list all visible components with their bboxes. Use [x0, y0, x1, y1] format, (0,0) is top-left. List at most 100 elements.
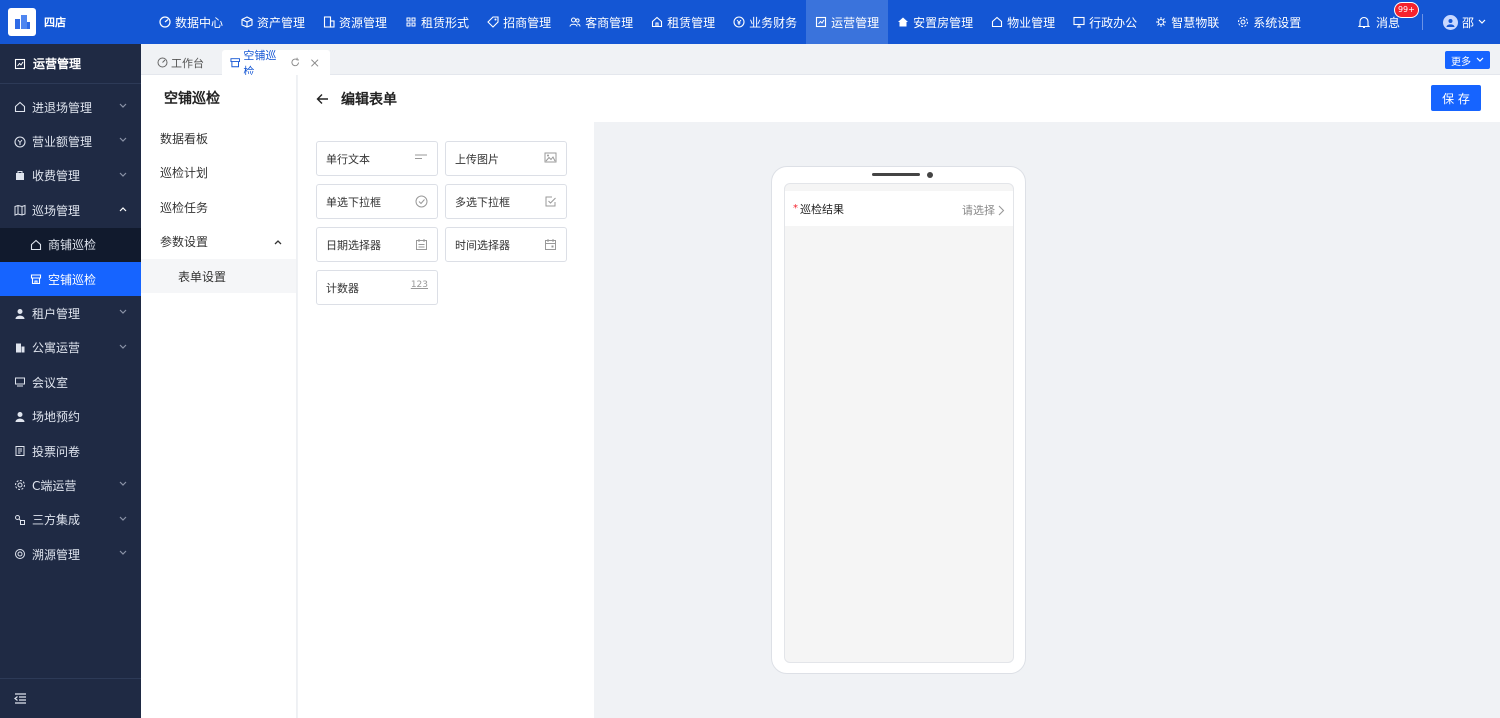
sidebar-item-apartment[interactable]: 公寓运营 [0, 331, 141, 365]
component-time-picker[interactable]: 时间选择器 [445, 227, 567, 262]
sidebar-item-charges[interactable]: 收费管理 [0, 159, 141, 193]
home-icon [652, 16, 663, 28]
sidebar-item-third-party[interactable]: 三方集成 [0, 503, 141, 537]
sidebar-title: 运营管理 [0, 44, 141, 84]
subnav-item-dashboard[interactable]: 数据看板 [141, 121, 296, 156]
topnav-item-resource[interactable]: 资源管理 [314, 0, 396, 44]
component-palette: 单行文本 上传图片 单选下拉框 多选下拉框 日期选择器 时间选择器 计数器 12… [298, 122, 594, 718]
close-icon[interactable] [310, 58, 319, 68]
tab-workbench[interactable]: 工作台 [149, 50, 212, 75]
iot-icon [1156, 17, 1167, 27]
image-icon [544, 152, 557, 163]
arrow-left-icon [316, 93, 328, 104]
monitor-icon [1073, 16, 1085, 28]
phone-screen: * 巡检结果 请选择 [784, 183, 1014, 663]
tab-vacant-inspection[interactable]: 空铺巡检 [222, 49, 330, 78]
sidebar-item-meeting-room[interactable]: 会议室 [0, 365, 141, 399]
module-subnav: 空铺巡检 数据看板 巡检计划 巡检任务 参数设置 表单设置 [141, 75, 297, 718]
back-button[interactable] [316, 93, 329, 105]
users-icon [569, 17, 581, 27]
sidebar-item-entry-exit[interactable]: 进退场管理 [0, 90, 141, 124]
subnav-item-plan[interactable]: 巡检计划 [141, 156, 296, 191]
topnav-item-lease-form[interactable]: 租赁形式 [396, 0, 478, 44]
store-icon [230, 58, 240, 68]
tag-icon [487, 16, 499, 28]
checkbox-icon [545, 196, 556, 207]
sidebar-item-vote-survey[interactable]: 投票问卷 [0, 434, 141, 468]
chevron-down-icon [119, 309, 127, 315]
user-name: 邵 [1461, 15, 1474, 30]
sidebar-item-vacant-inspection[interactable]: 空铺巡检 [0, 261, 141, 297]
text-line-icon [415, 154, 427, 159]
dashboard-icon [159, 16, 171, 28]
sidebar-item-patrol[interactable]: 巡场管理 [0, 193, 141, 227]
more-tabs-button[interactable]: 更多 [1445, 51, 1490, 69]
home-icon [30, 239, 42, 250]
field-label: 巡检结果 [800, 202, 844, 216]
save-button[interactable]: 保 存 [1431, 85, 1481, 111]
check-circle-icon [415, 195, 428, 208]
user-menu[interactable]: 邵 [1442, 14, 1486, 31]
subnav-item-task[interactable]: 巡检任务 [141, 190, 296, 225]
chevron-down-icon [119, 137, 127, 143]
module-title: 空铺巡检 [164, 91, 220, 107]
preview-field-inspection-result[interactable]: * 巡检结果 请选择 [785, 191, 1013, 226]
chevron-down-icon [119, 103, 127, 108]
sidebar-item-venue-booking[interactable]: 场地预约 [0, 400, 141, 434]
building-logo-icon [15, 15, 30, 29]
required-marker: * [793, 203, 798, 214]
property-icon [992, 16, 1003, 28]
component-single-select[interactable]: 单选下拉框 [316, 184, 438, 219]
sidebar-item-turnover[interactable]: 营业额管理 [0, 124, 141, 158]
building-icon [323, 16, 335, 28]
component-date-picker[interactable]: 日期选择器 [316, 227, 438, 262]
topnav-item-admin-office[interactable]: 行政办公 [1064, 0, 1146, 44]
component-upload-image[interactable]: 上传图片 [445, 141, 567, 176]
topnav-item-asset[interactable]: 资产管理 [232, 0, 314, 44]
topnav-item-property[interactable]: 物业管理 [982, 0, 1064, 44]
message-count-badge: 99+ [1393, 1, 1419, 18]
sidebar-item-c-operation[interactable]: C端运营 [0, 468, 141, 502]
topnav-item-iot[interactable]: 智慧物联 [1146, 0, 1228, 44]
topnav-item-lease[interactable]: 租赁管理 [642, 0, 724, 44]
topnav-item-finance[interactable]: 业务财务 [724, 0, 806, 44]
component-single-line-text[interactable]: 单行文本 [316, 141, 438, 176]
refresh-icon[interactable] [290, 57, 300, 68]
editor-header: 编辑表单 保 存 [298, 75, 1500, 122]
topnav-item-operation[interactable]: 运营管理 [806, 0, 889, 44]
sidebar-item-tenant[interactable]: 租户管理 [0, 296, 141, 330]
phone-speaker [872, 173, 920, 176]
component-counter[interactable]: 计数器 123 [316, 270, 438, 305]
topnav-item-resettlement[interactable]: 安置房管理 [888, 0, 982, 44]
dashboard-icon [157, 57, 168, 68]
topnav-item-merchant[interactable]: 客商管理 [560, 0, 642, 44]
header-divider [1421, 14, 1423, 30]
page-title: 编辑表单 [341, 91, 397, 108]
chevron-down-icon [119, 481, 127, 487]
user-icon [15, 411, 25, 422]
target-icon [15, 549, 25, 560]
calendar-time-icon [545, 239, 556, 250]
brand-logo[interactable] [8, 8, 36, 36]
grid-icon [406, 17, 416, 27]
top-navigation-bar: 四店 数据中心 资产管理 资源管理 租赁形式 招商管理 客商管理 租赁管理 业务… [0, 0, 1500, 44]
topnav-item-data-center[interactable]: 数据中心 [150, 0, 232, 44]
topnav-item-settings[interactable]: 系统设置 [1228, 0, 1310, 44]
bell-icon [1357, 16, 1370, 28]
menu-fold-icon [14, 693, 26, 704]
settings-icon [1238, 17, 1249, 27]
sidebar-item-shop-inspection[interactable]: 商铺巡检 [0, 227, 141, 262]
component-multi-select[interactable]: 多选下拉框 [445, 184, 567, 219]
sidebar-item-traceability[interactable]: 溯源管理 [0, 537, 141, 571]
messages-button[interactable]: 消息 99+ [1357, 1, 1419, 31]
meeting-room-icon [15, 377, 25, 387]
sidebar-collapse-button[interactable] [0, 678, 141, 718]
user-avatar-icon [1446, 18, 1455, 27]
tab-bar: 工作台 空铺巡检 更多 [141, 44, 1500, 78]
subnav-item-form-settings[interactable]: 表单设置 [141, 259, 296, 293]
coin-icon [14, 136, 26, 148]
gear-icon [15, 480, 25, 491]
integration-icon [15, 514, 25, 525]
topnav-item-investment[interactable]: 招商管理 [478, 0, 560, 44]
subnav-item-params[interactable]: 参数设置 [141, 225, 296, 260]
